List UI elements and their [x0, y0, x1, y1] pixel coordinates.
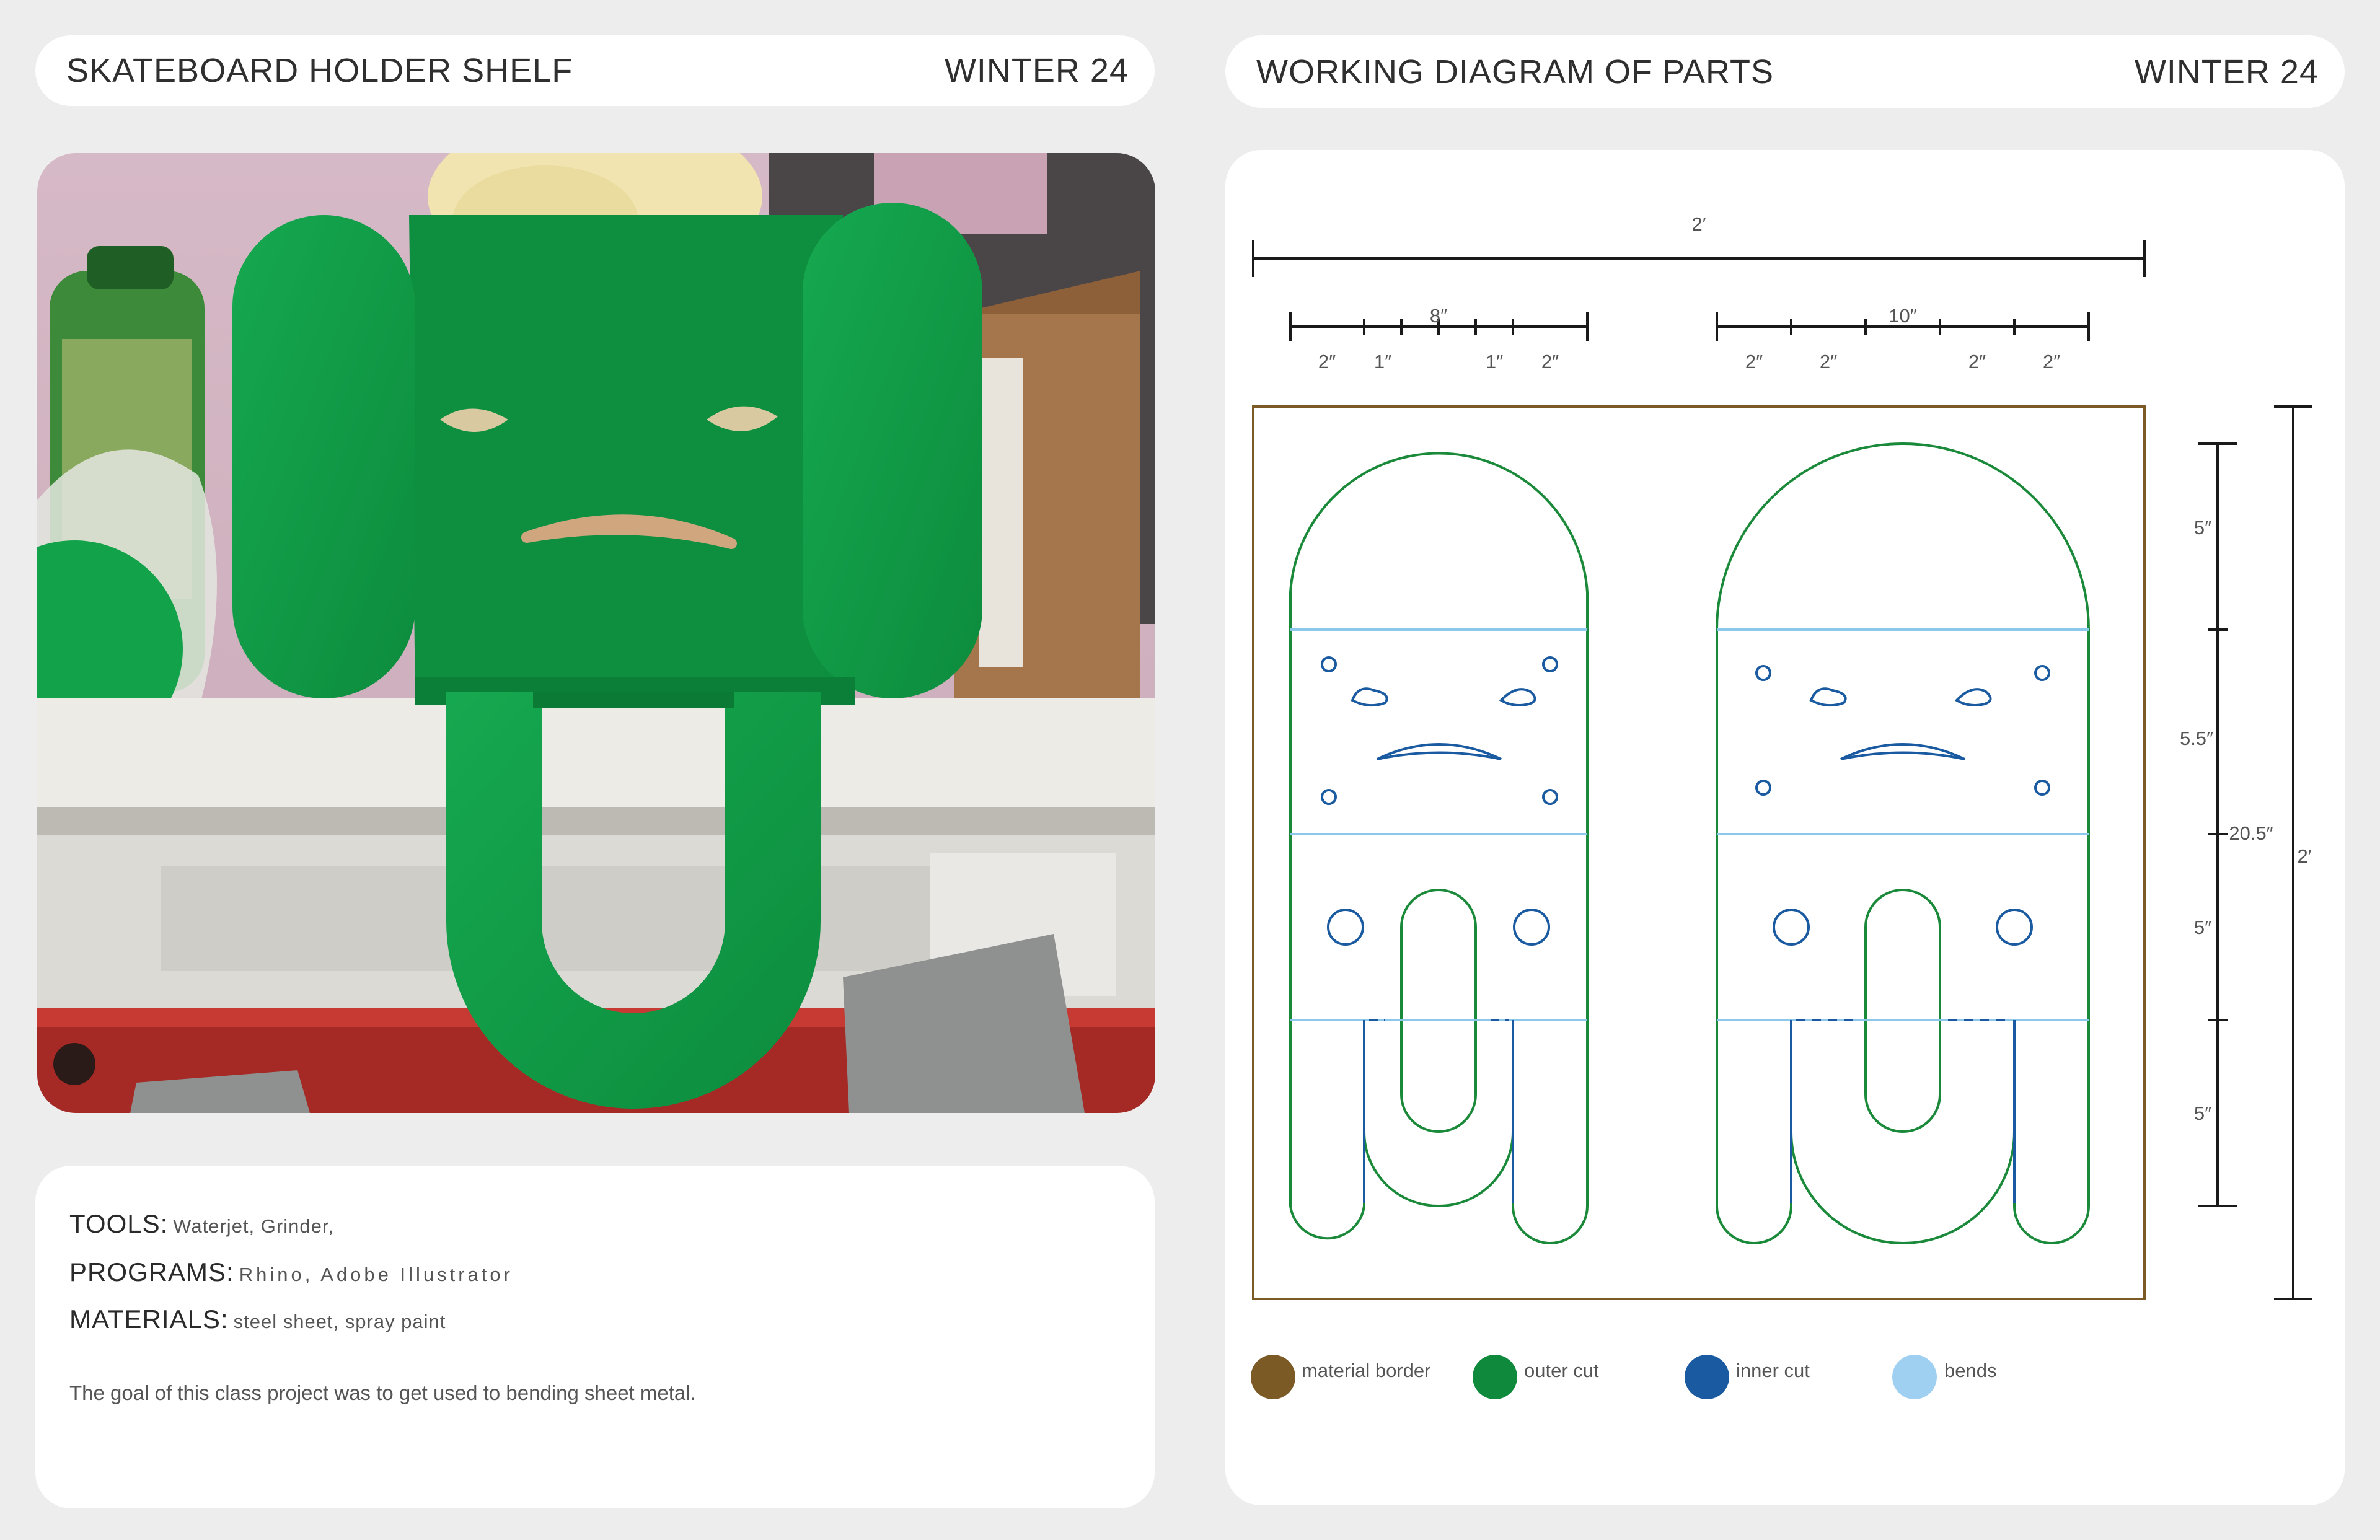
part-a-width-label: 8″ — [1430, 305, 1447, 327]
project-goal-text: The goal of this class project was to ge… — [69, 1381, 696, 1404]
legend-label: material border — [1302, 1360, 1430, 1381]
legend-label: inner cut — [1736, 1360, 1810, 1381]
part-a-segment-label: 2″ — [1541, 351, 1559, 372]
part-a — [1289, 452, 1589, 1244]
shelf-photo — [37, 153, 1155, 1113]
mount-hole — [1321, 656, 1337, 672]
legend-swatch-material-border — [1251, 1355, 1295, 1399]
part-a-outer-cut — [1289, 452, 1589, 1244]
mouth-cutout — [1377, 743, 1502, 760]
part-b-segment-label: 2″ — [1820, 351, 1837, 372]
part-b-segment-label: 2″ — [1968, 351, 1986, 372]
eye-cutout — [1954, 688, 1992, 706]
eye-cutout — [1809, 687, 1847, 707]
season-label: WINTER 24 — [944, 52, 1129, 89]
project-title: SKATEBOARD HOLDER SHELF — [66, 52, 573, 89]
legend-label: outer cut — [1524, 1360, 1599, 1381]
vertical-segment-label: 5″ — [2194, 1102, 2211, 1124]
part-b-width-label: 10″ — [1889, 305, 1916, 327]
vertical-segment-label: 5.5″ — [2180, 728, 2213, 749]
project-info-card: TOOLS: Waterjet, Grinder, PROGRAMS: Rhino,… — [35, 1166, 1155, 1508]
material-border — [1252, 405, 2146, 1300]
part-b — [1716, 442, 2090, 1244]
vertical-segment-label: 5″ — [2194, 517, 2211, 539]
diagram-title: WORKING DIAGRAM OF PARTS — [1256, 53, 1774, 90]
tools-value: Waterjet, Grinder, — [173, 1215, 335, 1237]
part-b-segment-label: 2″ — [1745, 351, 1763, 372]
eye-cutout — [1499, 688, 1536, 706]
mount-hole — [1755, 780, 1771, 796]
diagram-legend: material border outer cut inner cut bend… — [1251, 1355, 1996, 1399]
legend-swatch-bends — [1892, 1355, 1937, 1399]
hook-hole — [1513, 909, 1550, 946]
part-a-segment-label: 1″ — [1486, 351, 1503, 372]
programs-value: Rhino, Adobe Illustrator — [239, 1264, 513, 1285]
mouth-cutout — [1840, 743, 1965, 760]
legend-swatch-outer-cut — [1473, 1355, 1517, 1399]
materials-label: MATERIALS: — [69, 1305, 229, 1334]
legend-swatch-inner-cut — [1685, 1355, 1729, 1399]
programs-label: PROGRAMS: — [69, 1257, 234, 1287]
mount-hole — [1755, 665, 1771, 681]
programs-line: PROGRAMS: Rhino, Adobe Illustrator — [69, 1257, 513, 1287]
mount-hole — [1321, 789, 1337, 805]
left-header-bar: SKATEBOARD HOLDER SHELF WINTER 24 — [35, 35, 1155, 106]
eye-cutout — [1351, 687, 1388, 707]
parts-diagram-card: 2′ 8″ 2″ 1″ 1″ 2″ 10″ 2″ 2″ 2″ 2″ 5″ 5.5… — [1225, 150, 2345, 1505]
shelf-photo-illustration — [37, 153, 1155, 1113]
vertical-segment-label: 5″ — [2194, 917, 2211, 938]
materials-value: steel sheet, spray paint — [233, 1311, 446, 1332]
legend-label: bends — [1944, 1360, 1996, 1381]
mount-hole — [2034, 665, 2050, 681]
season-label-right: WINTER 24 — [2134, 53, 2319, 90]
tools-label: TOOLS: — [69, 1209, 169, 1238]
mount-hole — [2034, 780, 2050, 796]
part-b-inner-slot — [1864, 889, 1941, 1133]
mount-hole — [1542, 656, 1558, 672]
part-a-segment-label: 1″ — [1374, 351, 1391, 372]
mount-hole — [1542, 789, 1558, 805]
overall-width-label: 2′ — [1691, 213, 1706, 235]
hook-hole — [1996, 909, 2033, 946]
part-a-inner-slot — [1400, 889, 1477, 1133]
part-b-segment-label: 2″ — [2043, 351, 2060, 372]
materials-line: MATERIALS: steel sheet, spray paint — [69, 1305, 446, 1334]
part-height-label: 20.5″ — [2229, 822, 2273, 844]
tools-line: TOOLS: Waterjet, Grinder, — [69, 1209, 334, 1239]
right-header-bar: WORKING DIAGRAM OF PARTS WINTER 24 — [1225, 35, 2345, 108]
hook-hole — [1327, 909, 1364, 946]
part-a-segment-label: 2″ — [1318, 351, 1336, 372]
part-b-outer-cut — [1716, 442, 2090, 1244]
parts-diagram: 2′ 8″ 2″ 1″ 1″ 2″ 10″ 2″ 2″ 2″ 2″ 5″ 5.5… — [1251, 213, 2312, 1399]
overall-height-label: 2′ — [2297, 845, 2311, 867]
hook-hole — [1773, 909, 1810, 946]
